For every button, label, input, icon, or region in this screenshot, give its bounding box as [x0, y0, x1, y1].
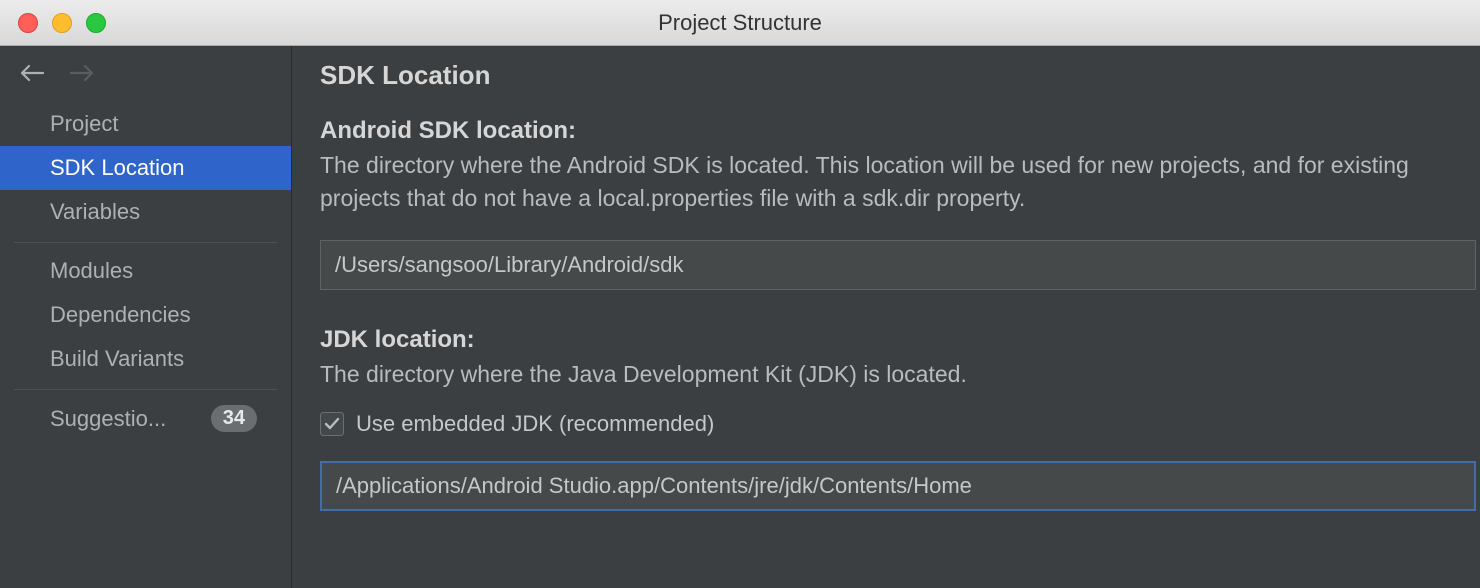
sidebar: Project SDK Location Variables Modules D…: [0, 46, 292, 588]
sidebar-item-label: Build Variants: [50, 346, 184, 372]
sidebar-item-label: Dependencies: [50, 302, 191, 328]
sidebar-item-label: Project: [50, 111, 118, 137]
jdk-title: JDK location:: [320, 326, 1480, 354]
window-title: Project Structure: [658, 10, 822, 36]
check-icon: [324, 417, 340, 431]
window-controls: [18, 13, 106, 33]
embedded-jdk-row[interactable]: Use embedded JDK (recommended): [320, 411, 1480, 437]
arrow-right-icon: [69, 64, 95, 82]
back-button[interactable]: [18, 62, 46, 84]
nav-arrows: [0, 46, 291, 96]
embedded-jdk-checkbox[interactable]: [320, 412, 344, 436]
sidebar-item-project[interactable]: Project: [0, 102, 291, 146]
sidebar-item-build-variants[interactable]: Build Variants: [0, 337, 291, 381]
content-panel: SDK Location Android SDK location: The d…: [292, 46, 1480, 588]
sidebar-item-modules[interactable]: Modules: [0, 249, 291, 293]
sidebar-item-dependencies[interactable]: Dependencies: [0, 293, 291, 337]
sidebar-item-suggestions[interactable]: Suggestio... 34: [0, 396, 291, 441]
android-sdk-title: Android SDK location:: [320, 117, 1480, 145]
sidebar-item-label: Variables: [50, 199, 140, 225]
android-sdk-desc: The directory where the Android SDK is l…: [320, 149, 1480, 216]
page-title: SDK Location: [320, 60, 1480, 91]
sidebar-item-variables[interactable]: Variables: [0, 190, 291, 234]
sidebar-list: Project SDK Location Variables Modules D…: [0, 96, 291, 441]
suggestions-badge: 34: [211, 405, 257, 432]
sidebar-divider: [14, 389, 277, 390]
android-sdk-path-input[interactable]: [320, 240, 1476, 290]
main-area: Project SDK Location Variables Modules D…: [0, 46, 1480, 588]
sidebar-item-label: Modules: [50, 258, 133, 284]
jdk-desc: The directory where the Java Development…: [320, 358, 1480, 391]
sidebar-divider: [14, 242, 277, 243]
titlebar: Project Structure: [0, 0, 1480, 46]
sidebar-item-label: Suggestio...: [50, 406, 166, 432]
arrow-left-icon: [19, 64, 45, 82]
maximize-icon[interactable]: [86, 13, 106, 33]
sidebar-item-label: SDK Location: [50, 155, 185, 181]
sidebar-item-sdk-location[interactable]: SDK Location: [0, 146, 291, 190]
embedded-jdk-label: Use embedded JDK (recommended): [356, 411, 714, 437]
jdk-path-input[interactable]: [320, 461, 1476, 511]
minimize-icon[interactable]: [52, 13, 72, 33]
close-icon[interactable]: [18, 13, 38, 33]
forward-button[interactable]: [68, 62, 96, 84]
